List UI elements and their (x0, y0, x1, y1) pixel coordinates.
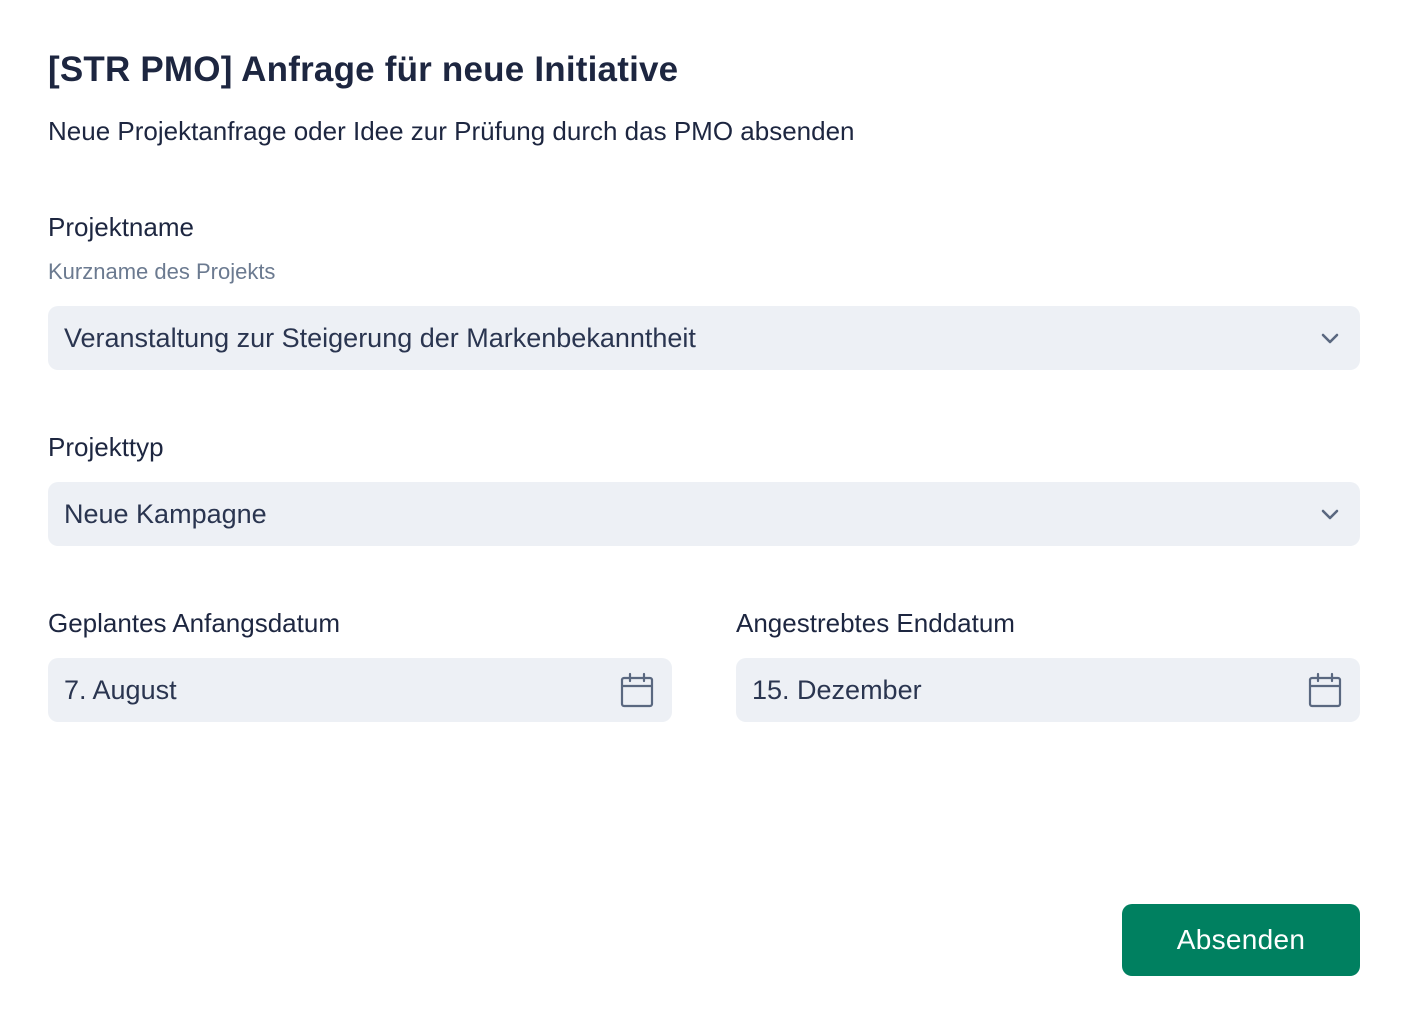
project-type-select[interactable]: Neue Kampagne (48, 482, 1360, 546)
page-title: [STR PMO] Anfrage für neue Initiative (48, 50, 679, 89)
end-date-label: Angestrebtes Enddatum (736, 608, 1015, 638)
end-date-value: 15. Dezember (752, 674, 922, 705)
project-name-value: Veranstaltung zur Steigerung der Markenb… (64, 322, 696, 353)
project-name-select[interactable]: Veranstaltung zur Steigerung der Markenb… (48, 306, 1360, 370)
project-name-label: Projektname (48, 212, 194, 242)
end-date-field[interactable]: 15. Dezember (736, 658, 1360, 722)
page-subtitle: Neue Projektanfrage oder Idee zur Prüfun… (48, 116, 855, 146)
project-type-label: Projekttyp (48, 432, 164, 462)
start-date-field[interactable]: 7. August (48, 658, 672, 722)
chevron-down-icon[interactable] (1318, 326, 1342, 350)
calendar-icon[interactable] (1308, 672, 1342, 708)
start-date-value: 7. August (64, 674, 177, 705)
start-date-label: Geplantes Anfangsdatum (48, 608, 340, 638)
initiative-request-form: [STR PMO] Anfrage für neue Initiative Ne… (48, 0, 1360, 1024)
chevron-down-icon[interactable] (1318, 502, 1342, 526)
project-type-value: Neue Kampagne (64, 498, 267, 529)
calendar-icon[interactable] (620, 672, 654, 708)
project-name-hint: Kurzname des Projekts (48, 259, 276, 284)
submit-button[interactable]: Absenden (1122, 904, 1360, 976)
